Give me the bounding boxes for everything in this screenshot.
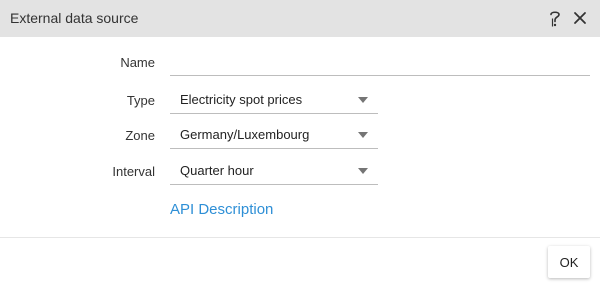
type-select-value: Electricity spot prices [180, 92, 303, 107]
caret-down-icon [358, 168, 368, 174]
caret-down-icon [358, 97, 368, 103]
help-icon[interactable] [547, 8, 563, 28]
zone-label: Zone [125, 128, 155, 143]
dialog-titlebar: External data source [0, 0, 600, 37]
interval-select[interactable]: Quarter hour [170, 157, 378, 185]
type-select[interactable]: Electricity spot prices [170, 86, 378, 114]
interval-select-value: Quarter hour [180, 163, 254, 178]
footer-divider [0, 237, 600, 238]
name-input[interactable] [170, 50, 590, 76]
name-label: Name [120, 55, 155, 70]
type-label: Type [126, 93, 155, 108]
external-data-source-dialog: External data source Name Type Electrici… [0, 0, 600, 286]
zone-select[interactable]: Germany/Luxembourg [170, 121, 378, 149]
interval-label: Interval [112, 164, 155, 179]
ok-button[interactable]: OK [548, 246, 590, 278]
dialog-title: External data source [10, 10, 139, 26]
caret-down-icon [358, 132, 368, 138]
api-description-link[interactable]: API Description [170, 201, 273, 218]
zone-select-value: Germany/Luxembourg [180, 127, 310, 142]
close-icon[interactable] [572, 10, 588, 26]
